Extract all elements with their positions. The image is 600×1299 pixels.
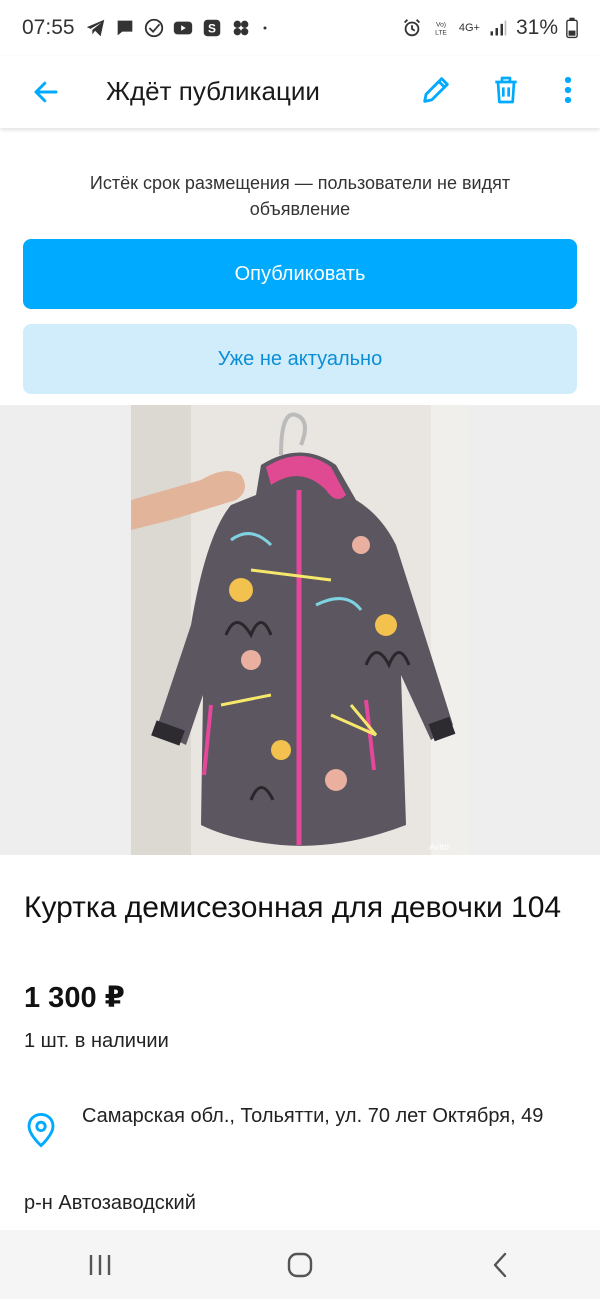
listing-photo[interactable]: Avito <box>131 405 469 855</box>
expired-notice: Истёк срок размещения — пользователи не … <box>89 173 511 219</box>
battery-percent: 31% <box>515 16 558 39</box>
volte-icon: Vo) LTE <box>435 21 447 37</box>
delete-button[interactable] <box>482 66 530 114</box>
svg-text:S: S <box>208 22 216 36</box>
stock-status: 1 шт. в наличии <box>24 1030 169 1052</box>
flower-app-icon <box>233 20 248 36</box>
svg-text:LTE: LTE <box>435 30 447 37</box>
location-pin-icon <box>27 1112 55 1148</box>
check-circle-icon <box>144 18 163 38</box>
telegram-icon <box>86 19 104 37</box>
svg-text:Vo): Vo) <box>436 21 446 28</box>
chat-bubble-icon <box>117 20 132 36</box>
listing-address: Самарская обл., Тольятти, ул. 70 лет Окт… <box>82 1105 544 1127</box>
listing-price: 1 300 ₽ <box>24 982 125 1014</box>
dot-icon <box>263 26 267 30</box>
photo-watermark: Avito <box>429 842 449 852</box>
publish-button[interactable]: Опубликовать <box>23 239 577 309</box>
system-nav-bar <box>0 1230 600 1299</box>
recent-apps-button[interactable] <box>65 1235 135 1295</box>
listing-district: р-н Автозаводский <box>24 1192 196 1214</box>
status-time: 07:55 <box>22 16 75 39</box>
trash-icon <box>495 76 517 104</box>
photo-gallery[interactable]: Avito <box>0 405 600 855</box>
page-title: Ждёт публикации <box>106 76 320 106</box>
status-right: Vo) LTE 4G+ 31% <box>401 16 578 40</box>
status-bar: 07:55 S Vo) LTE 4G+ 31% <box>0 0 600 56</box>
listing-title: Куртка демисезонная для девочки 104 <box>24 891 562 924</box>
notification-icons: S <box>85 17 271 39</box>
more-options-button[interactable] <box>548 66 588 114</box>
recent-apps-icon <box>89 1254 111 1275</box>
s-app-icon: S <box>203 19 220 37</box>
more-vertical-icon <box>564 76 572 104</box>
app-bar: Ждёт публикации <box>0 56 600 128</box>
battery-icon <box>566 17 578 39</box>
back-button[interactable] <box>22 68 70 116</box>
network-label: 4G+ <box>458 22 480 34</box>
youtube-icon <box>173 21 192 35</box>
chevron-left-icon <box>493 1252 507 1277</box>
home-button[interactable] <box>265 1235 335 1295</box>
pencil-icon <box>423 77 449 103</box>
not-relevant-button[interactable]: Уже не актуально <box>23 324 577 394</box>
home-icon <box>287 1252 313 1277</box>
status-left: 07:55 S <box>22 16 271 40</box>
edit-button[interactable] <box>412 66 460 114</box>
arrow-left-icon <box>34 81 58 103</box>
alarm-icon <box>403 19 420 37</box>
jacket-photo-illustration: Avito <box>131 405 469 855</box>
location-row[interactable]: Самарская обл., Тольятти, ул. 70 лет Окт… <box>24 1100 580 1148</box>
signal-icon <box>490 20 507 36</box>
back-nav-button[interactable] <box>465 1235 535 1295</box>
